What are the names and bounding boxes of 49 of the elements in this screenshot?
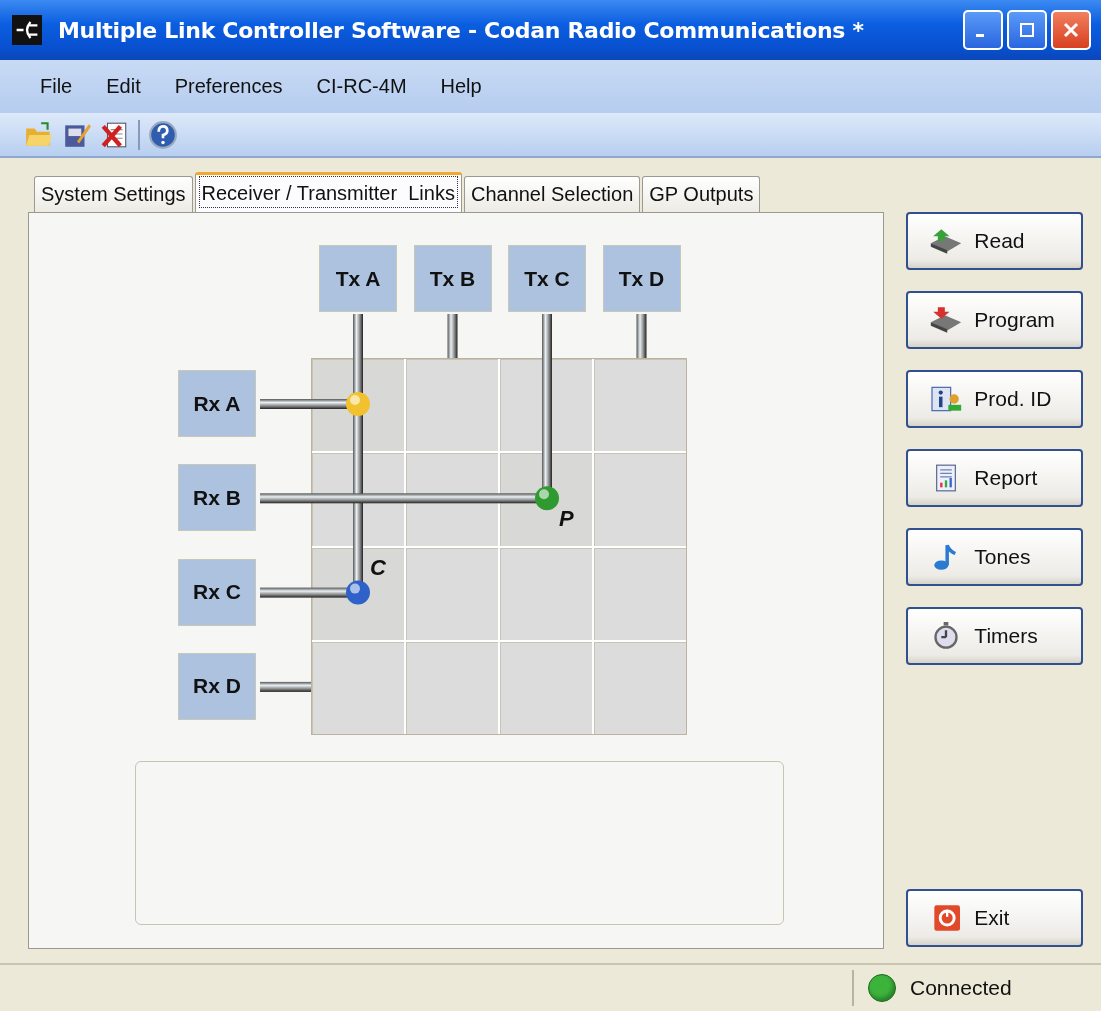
exit-button[interactable]: Exit [906,889,1083,947]
grid-cell[interactable] [406,547,498,640]
action-button[interactable]: Tones [906,528,1083,586]
transmitter-box[interactable]: Tx D [602,245,681,312]
maximize-icon [1017,20,1037,40]
grid-cell[interactable] [406,359,498,452]
help-icon[interactable] [148,119,178,150]
link-node[interactable] [535,486,559,511]
tab[interactable]: Receiver / Transmitter Links [194,172,462,212]
receiver-box[interactable]: Rx D [178,652,256,720]
menu-item[interactable]: Edit [96,75,151,98]
grid-cell[interactable] [406,641,498,734]
grid-cell[interactable] [594,359,686,452]
transmitter-box[interactable]: Tx B [413,245,492,312]
close-icon [1061,20,1081,40]
minimize-button[interactable] [963,10,1003,50]
receiver-box[interactable]: Rx C [178,558,256,626]
status-text: Connected [910,976,1012,1000]
link-node[interactable] [346,580,370,605]
tab[interactable]: GP Outputs [642,176,761,212]
action-button[interactable]: Program [906,291,1083,349]
receiver-box[interactable]: Rx B [178,464,256,532]
close-button[interactable] [1051,10,1091,50]
tab[interactable]: System Settings [34,176,193,212]
transmitter-box[interactable]: Tx A [319,245,397,312]
menu-item[interactable]: CI-RC-4M [306,75,417,98]
menu-item[interactable]: File [30,75,83,98]
window-title: Multiple Link Controller Software - Codan Radio Communications * [58,17,865,43]
receiver-box[interactable]: Rx A [178,370,256,437]
transmitter-box[interactable]: Tx C [508,245,586,312]
grid-cell[interactable] [594,453,686,546]
action-button[interactable]: Read [906,212,1083,270]
action-button[interactable]: Timers [906,607,1083,665]
minimize-icon [976,33,984,37]
action-button[interactable]: Prod. ID [906,370,1083,428]
link-tag: P [559,506,574,533]
grid-cell[interactable] [312,641,404,734]
link-tag: C [370,554,386,581]
menu-item[interactable]: Help [430,75,492,98]
app-logo-icon [12,15,42,45]
action-button[interactable]: Report [906,449,1083,507]
grid-cell[interactable] [594,547,686,640]
grid-cell[interactable] [500,547,592,640]
menu-item[interactable]: Preferences [164,75,293,98]
tab[interactable]: Channel Selection [463,176,641,212]
link-node[interactable] [346,392,370,416]
grid-cell[interactable] [594,641,686,734]
grid-cell[interactable] [500,641,592,734]
maximize-button[interactable] [1007,10,1047,50]
